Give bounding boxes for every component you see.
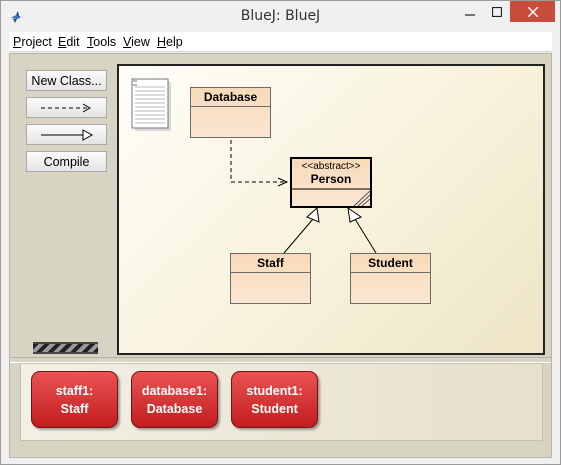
uncompiled-hatch-icon <box>292 188 370 206</box>
diagram-relations <box>230 140 377 254</box>
menu-help-label: elp <box>166 35 183 49</box>
close-icon <box>527 6 538 17</box>
object-student1-name: student1: <box>246 383 303 398</box>
menu-help-mnemonic: H <box>157 35 167 49</box>
main-area: New Class... Compile Database <<abstract… <box>9 53 552 458</box>
maximize-button[interactable] <box>483 1 510 22</box>
menu-tools-label: ools <box>93 35 117 49</box>
inheritance-arrowhead-staff <box>306 207 320 223</box>
inheritance-line-student <box>354 218 377 254</box>
document-icon[interactable] <box>131 78 173 133</box>
menu-view-label: iew <box>131 35 150 49</box>
class-staff-name: Staff <box>231 254 310 273</box>
close-button[interactable] <box>510 1 555 22</box>
inheritance-line-staff <box>283 218 314 254</box>
class-database[interactable]: Database <box>190 87 271 138</box>
object-staff1[interactable]: staff1: Staff <box>31 371 118 428</box>
object-database1-name: database1: <box>141 383 208 398</box>
class-student[interactable]: Student <box>350 253 431 304</box>
menu-view[interactable]: View <box>123 35 150 49</box>
new-class-button[interactable]: New Class... <box>26 70 107 91</box>
menu-tools[interactable]: Tools <box>87 35 116 49</box>
menu-bar: Project Edit Tools View Help <box>9 32 552 52</box>
class-database-name: Database <box>191 88 270 107</box>
maximize-icon <box>491 6 502 17</box>
dependency-arrow-button[interactable] <box>26 97 107 118</box>
class-person[interactable]: <<abstract>> Person <box>290 157 372 208</box>
menu-help[interactable]: Help <box>157 35 183 49</box>
class-student-name: Student <box>351 254 430 273</box>
object-student1[interactable]: student1: Student <box>231 371 318 428</box>
menu-view-mnemonic: V <box>123 35 132 49</box>
class-diagram-canvas[interactable]: Database <<abstract>> Person Staff Stude… <box>117 64 545 355</box>
object-database1-type: Database <box>146 401 203 416</box>
object-student1-type: Student <box>251 401 298 416</box>
object-staff1-type: Staff <box>60 401 89 416</box>
hollow-arrow-icon <box>40 128 93 141</box>
object-database1[interactable]: database1: Database <box>131 371 218 428</box>
menu-project[interactable]: Project <box>13 35 52 49</box>
menu-project-label: roject <box>21 35 52 49</box>
inheritance-arrow-button[interactable] <box>26 124 107 145</box>
class-staff[interactable]: Staff <box>230 253 311 304</box>
compile-button[interactable]: Compile <box>26 151 107 172</box>
object-bench: staff1: Staff database1: Database studen… <box>20 363 543 441</box>
minimize-button[interactable] <box>456 1 483 22</box>
menu-edit-label: dit <box>66 35 80 49</box>
machine-status-indicator <box>33 342 98 354</box>
bluej-window: BlueJ: BlueJ Project Edit Tools View Hel… <box>0 0 561 465</box>
dashed-arrow-icon <box>40 103 91 112</box>
inheritance-arrowhead-student <box>347 206 363 223</box>
dependency-arrow <box>230 140 286 183</box>
title-bar: BlueJ: BlueJ <box>1 1 560 32</box>
menu-edit[interactable]: Edit <box>58 35 80 49</box>
minimize-icon <box>464 13 475 16</box>
class-person-header: <<abstract>> Person <box>292 159 370 189</box>
class-person-name: Person <box>310 172 352 186</box>
object-staff1-name: staff1: <box>55 383 94 398</box>
